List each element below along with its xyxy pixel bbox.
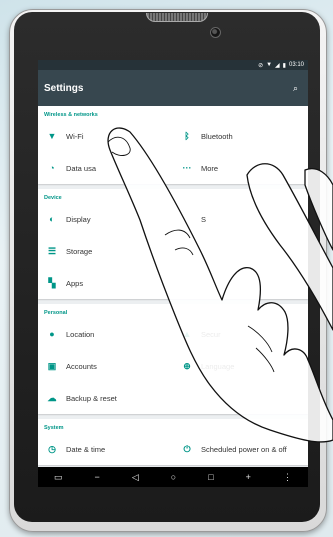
page-title: Settings bbox=[44, 82, 84, 94]
section-header-personal: Personal bbox=[44, 310, 68, 316]
section-header-wireless: Wireless & networks bbox=[44, 112, 98, 118]
cloud-upload-icon: ☁ bbox=[47, 392, 57, 403]
wifi-icon: ▼ bbox=[266, 62, 273, 68]
settings-item-label: Wi-Fi bbox=[66, 131, 84, 141]
power-icon: ⏻ bbox=[183, 443, 191, 454]
settings-item-sound[interactable]: S bbox=[173, 203, 308, 235]
volume-up-icon[interactable]: + bbox=[246, 472, 251, 482]
settings-item-label: Backup & reset bbox=[66, 393, 117, 403]
section-device: Device ◐ Display S ☰ Storage ▚ Apps bbox=[38, 189, 308, 299]
settings-item-scheduled-power[interactable]: ⏻ Scheduled power on & off bbox=[173, 433, 308, 465]
more-icon: ··· bbox=[182, 163, 192, 173]
settings-item-label: More bbox=[201, 163, 219, 173]
settings-item-more[interactable]: ··· More bbox=[173, 152, 308, 184]
home-icon[interactable]: ○ bbox=[171, 472, 176, 482]
settings-item-date-time[interactable]: ◷ Date & time bbox=[38, 433, 173, 465]
app-bar: Settings ⌕ bbox=[38, 70, 308, 106]
settings-item-label: Language bbox=[201, 361, 235, 371]
section-system: System ◷ Date & time ⏻ Scheduled power o… bbox=[38, 419, 308, 465]
settings-item-label: Date & time bbox=[66, 444, 106, 454]
brightness-icon: ◐ bbox=[49, 214, 55, 224]
search-icon[interactable]: ⌕ bbox=[293, 83, 298, 94]
settings-item-location[interactable]: ● Location bbox=[38, 318, 173, 350]
settings-item-label: Location bbox=[66, 329, 95, 339]
settings-item-label: Scheduled power on & off bbox=[201, 444, 287, 454]
accounts-icon: ▣ bbox=[47, 360, 57, 371]
settings-item-backup[interactable]: ☁ Backup & reset bbox=[38, 382, 173, 414]
volume-down-icon[interactable]: − bbox=[95, 472, 100, 482]
settings-item-label: Secur bbox=[201, 329, 221, 339]
section-header-device: Device bbox=[44, 195, 62, 201]
signal-icon: ◢ bbox=[275, 62, 280, 69]
android-icon: ▚ bbox=[48, 277, 56, 288]
settings-item-accounts[interactable]: ▣ Accounts bbox=[38, 350, 173, 382]
screen: ⊘ ▼ ◢ ▮ 03:10 Settings ⌕ Wireless & netw… bbox=[38, 60, 308, 487]
status-bar: ⊘ ▼ ◢ ▮ 03:10 bbox=[38, 60, 308, 70]
data-usage-icon: ◔ bbox=[49, 163, 55, 173]
settings-item-apps[interactable]: ▚ Apps bbox=[38, 267, 173, 299]
menu-icon[interactable]: ⋮ bbox=[283, 472, 292, 483]
camera-icon bbox=[210, 27, 221, 38]
settings-item-label: Accounts bbox=[66, 361, 97, 371]
back-icon[interactable]: ◁ bbox=[132, 472, 139, 483]
settings-item-wifi[interactable]: ▼ Wi-Fi bbox=[38, 120, 173, 152]
globe-icon: ⊕ bbox=[183, 360, 191, 371]
settings-item-bluetooth[interactable]: ᛒ Bluetooth bbox=[173, 120, 308, 152]
settings-item-display[interactable]: ◐ Display bbox=[38, 203, 173, 235]
section-wireless: Wireless & networks ▼ Wi-Fi ᛒ Bluetooth … bbox=[38, 106, 308, 184]
recents-icon[interactable]: □ bbox=[208, 472, 213, 482]
settings-item-label: Apps bbox=[66, 278, 84, 288]
bluetooth-icon: ᛒ bbox=[184, 131, 190, 141]
clock-icon: ◷ bbox=[48, 443, 56, 454]
wifi-icon: ▼ bbox=[47, 131, 57, 141]
alarm-icon: ⊘ bbox=[258, 62, 264, 69]
settings-item-label: Storage bbox=[66, 246, 93, 256]
settings-item-label: Bluetooth bbox=[201, 131, 233, 141]
storage-icon: ☰ bbox=[47, 245, 57, 256]
speaker-grille bbox=[146, 13, 208, 22]
settings-item-language[interactable]: ⊕ Language bbox=[173, 350, 308, 382]
settings-item-data-usage[interactable]: ◔ Data usa bbox=[38, 152, 173, 184]
settings-item-label: S bbox=[201, 214, 207, 224]
status-time: 03:10 bbox=[288, 62, 304, 68]
lock-icon: ▲ bbox=[182, 329, 192, 339]
location-pin-icon: ● bbox=[49, 329, 55, 339]
navigation-bar: ▭ − ◁ ○ □ + ⋮ bbox=[38, 467, 308, 487]
settings-item-label: Display bbox=[66, 214, 91, 224]
battery-icon: ▮ bbox=[282, 62, 286, 69]
section-personal: Personal ● Location ▲ Secur ▣ Accounts ⊕… bbox=[38, 304, 308, 414]
screenshot-icon[interactable]: ▭ bbox=[54, 472, 63, 483]
section-header-system: System bbox=[44, 425, 64, 431]
settings-item-storage[interactable]: ☰ Storage bbox=[38, 235, 173, 267]
settings-item-label: Data usa bbox=[66, 163, 97, 173]
settings-item-security[interactable]: ▲ Secur bbox=[173, 318, 308, 350]
